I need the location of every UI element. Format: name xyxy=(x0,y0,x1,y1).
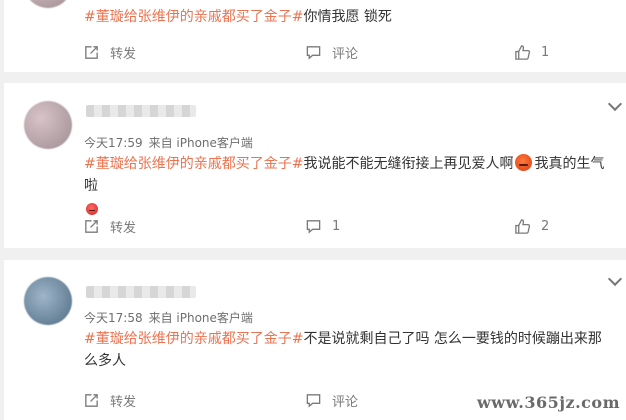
comment-icon xyxy=(306,45,321,60)
post-text: #董璇给张维伊的亲戚都买了金子#我说能不能无缝衔接上再见爱人啊 我真的生气啦 xyxy=(84,153,612,219)
comment-button[interactable]: 1 xyxy=(305,214,340,238)
comment-count: 1 xyxy=(332,218,341,234)
post-meta: 今天17:58 来自 iPhone客户端 xyxy=(84,309,253,326)
comment-button[interactable]: 评论 xyxy=(305,388,358,412)
post-meta: 今天17:59 来自 iPhone客户端 xyxy=(84,134,253,151)
share-icon xyxy=(85,393,98,407)
post-card: 今天17:58 来自 iPhone客户端 #董璇给张维伊的亲戚都买了金子#不是说就… xyxy=(4,260,626,420)
share-label: 转发 xyxy=(110,220,137,236)
like-button[interactable]: 1 xyxy=(514,40,549,64)
post-source: 来自 iPhone客户端 xyxy=(148,136,253,150)
share-button[interactable]: 转发 xyxy=(83,40,136,64)
post-text: #董璇给张维伊的亲戚都买了金子#不是说就剩自己了吗 怎么一要钱的时候蹦出来那么多… xyxy=(84,328,612,372)
action-bar: 转发 1 2 xyxy=(4,214,626,238)
avatar[interactable] xyxy=(24,277,72,325)
post-body: 我说能不能无缝衔接上再见爱人啊 xyxy=(303,156,514,172)
post-card: 今天17:59 来自 iPhone客户端 #董璇给张维伊的亲戚都买了金子#我说能不… xyxy=(4,83,626,248)
like-icon xyxy=(515,218,531,234)
share-button[interactable]: 转发 xyxy=(83,388,136,412)
share-label: 转发 xyxy=(110,46,137,62)
avatar[interactable] xyxy=(24,101,72,149)
share-label: 转发 xyxy=(110,394,137,410)
share-icon xyxy=(85,219,98,233)
hashtag-link[interactable]: #董璇给张维伊的亲戚都买了金子# xyxy=(84,9,303,25)
like-icon xyxy=(515,44,531,60)
angry-emoji-icon xyxy=(515,154,533,171)
like-count: 1 xyxy=(541,44,550,60)
share-button[interactable]: 转发 xyxy=(83,214,136,238)
post-body: 你情我愿 锁死 xyxy=(303,9,392,25)
post-text: #董璇给张维伊的亲戚都买了金子#你情我愿 锁死 xyxy=(84,6,612,28)
comment-label: 评论 xyxy=(332,46,359,62)
post-time: 今天17:59 xyxy=(84,136,143,150)
like-count: 2 xyxy=(541,218,550,234)
action-bar: 转发 评论 1 xyxy=(4,40,626,64)
comment-icon xyxy=(306,393,321,408)
username-blurred[interactable] xyxy=(86,286,196,298)
hashtag-link[interactable]: #董璇给张维伊的亲戚都买了金子# xyxy=(84,156,303,172)
watermark: www.365jz.com xyxy=(477,393,620,412)
comment-icon xyxy=(306,219,321,234)
post-time: 今天17:58 xyxy=(84,311,143,325)
hashtag-link[interactable]: #董璇给张维伊的亲戚都买了金子# xyxy=(84,331,303,347)
post-card: #董璇给张维伊的亲戚都买了金子#你情我愿 锁死 转发 评论 1 xyxy=(4,0,626,72)
like-button[interactable]: 2 xyxy=(514,214,549,238)
comment-button[interactable]: 评论 xyxy=(305,40,358,64)
avatar[interactable] xyxy=(24,0,72,8)
username-blurred[interactable] xyxy=(86,105,196,117)
share-icon xyxy=(85,45,98,59)
chevron-down-icon[interactable] xyxy=(607,96,623,112)
chevron-down-icon[interactable] xyxy=(607,271,623,287)
comment-label: 评论 xyxy=(332,394,359,410)
post-source: 来自 iPhone客户端 xyxy=(148,311,253,325)
